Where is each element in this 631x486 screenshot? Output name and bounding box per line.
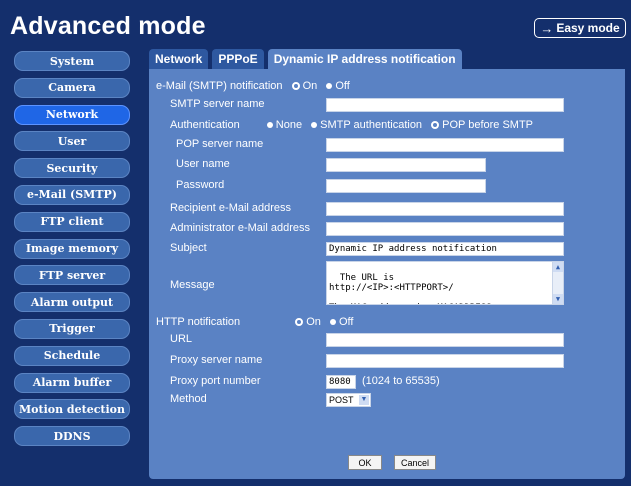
proxy-server-name-label: Proxy server name — [170, 354, 263, 366]
ok-button[interactable]: OK — [348, 455, 382, 470]
auth-pop-label: POP before SMTP — [442, 119, 534, 131]
auth-smtp-label: SMTP authentication — [320, 119, 423, 131]
sidebar-item-trigger[interactable]: Trigger — [14, 318, 130, 339]
http-off-radio[interactable] — [329, 318, 336, 325]
smtp-on-radio[interactable] — [291, 81, 300, 90]
easy-mode-button[interactable]: → Easy mode — [534, 18, 626, 38]
smtp-notification-label: e-Mail (SMTP) notification — [156, 80, 283, 92]
tab-dynamic-ip[interactable]: Dynamic IP address notification — [267, 49, 462, 69]
smtp-off-radio[interactable] — [326, 82, 333, 89]
sidebar-item-alarm-buffer[interactable]: Alarm buffer — [14, 372, 130, 393]
http-notification-row: HTTP notification On Off — [156, 316, 353, 328]
message-text: The URL is http://<IP>:<HTTPPORT>/ The M… — [329, 273, 502, 304]
authentication-row: Authentication None SMTP authentication … — [170, 119, 533, 131]
sidebar-item-system[interactable]: System — [14, 51, 130, 71]
proxy-server-name-input[interactable] — [326, 354, 564, 368]
url-label: URL — [170, 333, 193, 345]
tab-pppoe[interactable]: PPPoE — [212, 49, 264, 69]
sidebar-item-alarm-output[interactable]: Alarm output — [14, 292, 130, 313]
http-notification-label: HTTP notification — [156, 316, 241, 328]
arrow-right-icon: → — [540, 20, 554, 36]
sidebar-item-schedule[interactable]: Schedule — [14, 345, 130, 366]
password-input[interactable] — [326, 179, 486, 193]
sidebar-item-user[interactable]: User — [14, 131, 130, 152]
http-on-label: On — [306, 316, 321, 328]
sidebar: System Camera Network User Security e-Ma… — [14, 51, 130, 453]
pop-server-name-label: POP server name — [176, 138, 264, 150]
user-name-input[interactable] — [326, 158, 486, 172]
smtp-notification-row: e-Mail (SMTP) notification On Off — [156, 80, 350, 92]
sidebar-item-image-memory[interactable]: Image memory — [14, 238, 130, 259]
tab-network[interactable]: Network — [149, 49, 209, 69]
http-on-radio[interactable] — [295, 317, 304, 326]
recipient-input[interactable] — [326, 202, 564, 216]
subject-input[interactable]: Dynamic IP address notification — [326, 242, 564, 256]
proxy-port-range: (1024 to 65535) — [362, 375, 440, 387]
sidebar-item-security[interactable]: Security — [14, 158, 130, 179]
user-name-label: User name — [176, 158, 230, 170]
password-label: Password — [176, 179, 225, 191]
sidebar-item-network[interactable]: Network — [14, 104, 130, 125]
message-textarea[interactable]: The URL is http://<IP>:<HTTPPORT>/ The M… — [326, 261, 564, 305]
auth-none-label: None — [275, 119, 303, 131]
pop-server-name-input[interactable] — [326, 138, 564, 152]
easy-mode-label: Easy mode — [556, 21, 620, 35]
auth-smtp-radio[interactable] — [311, 121, 318, 128]
sidebar-item-camera[interactable]: Camera — [14, 77, 130, 98]
auth-none-radio[interactable] — [266, 121, 273, 128]
proxy-port-label: Proxy port number — [170, 375, 261, 387]
message-label: Message — [170, 279, 215, 291]
method-label: Method — [170, 393, 207, 405]
auth-pop-radio[interactable] — [431, 120, 440, 129]
smtp-on-label: On — [302, 80, 318, 92]
smtp-server-name-label: SMTP server name — [170, 98, 265, 110]
method-value: POST — [329, 395, 354, 405]
administrator-label: Administrator e-Mail address — [170, 222, 310, 234]
sidebar-item-ftp-server[interactable]: FTP server — [14, 265, 130, 286]
page-title: Advanced mode — [10, 12, 206, 40]
message-scrollbar[interactable]: ▲ ▼ — [552, 262, 563, 304]
scroll-down-icon[interactable]: ▼ — [553, 294, 563, 304]
url-input[interactable] — [326, 333, 564, 347]
sidebar-item-ftp-client[interactable]: FTP client — [14, 211, 130, 232]
method-select[interactable]: POST ▼ — [326, 393, 371, 407]
administrator-input[interactable] — [326, 222, 564, 236]
tab-bar: Network PPPoE Dynamic IP address notific… — [149, 49, 466, 69]
proxy-port-input[interactable]: 8080 — [326, 375, 356, 389]
recipient-label: Recipient e-Mail address — [170, 202, 292, 214]
subject-label: Subject — [170, 242, 207, 254]
sidebar-item-ddns[interactable]: DDNS — [14, 426, 130, 447]
smtp-server-name-input[interactable] — [326, 98, 564, 112]
smtp-off-label: Off — [335, 80, 350, 92]
sidebar-item-motion-detection[interactable]: Motion detection — [14, 399, 130, 420]
sidebar-item-email-smtp[interactable]: e-Mail (SMTP) — [14, 184, 130, 205]
http-off-label: Off — [338, 316, 354, 328]
cancel-button[interactable]: Cancel — [394, 455, 436, 470]
scroll-up-icon[interactable]: ▲ — [553, 262, 563, 272]
authentication-label: Authentication — [170, 119, 240, 131]
chevron-down-icon: ▼ — [359, 395, 369, 405]
